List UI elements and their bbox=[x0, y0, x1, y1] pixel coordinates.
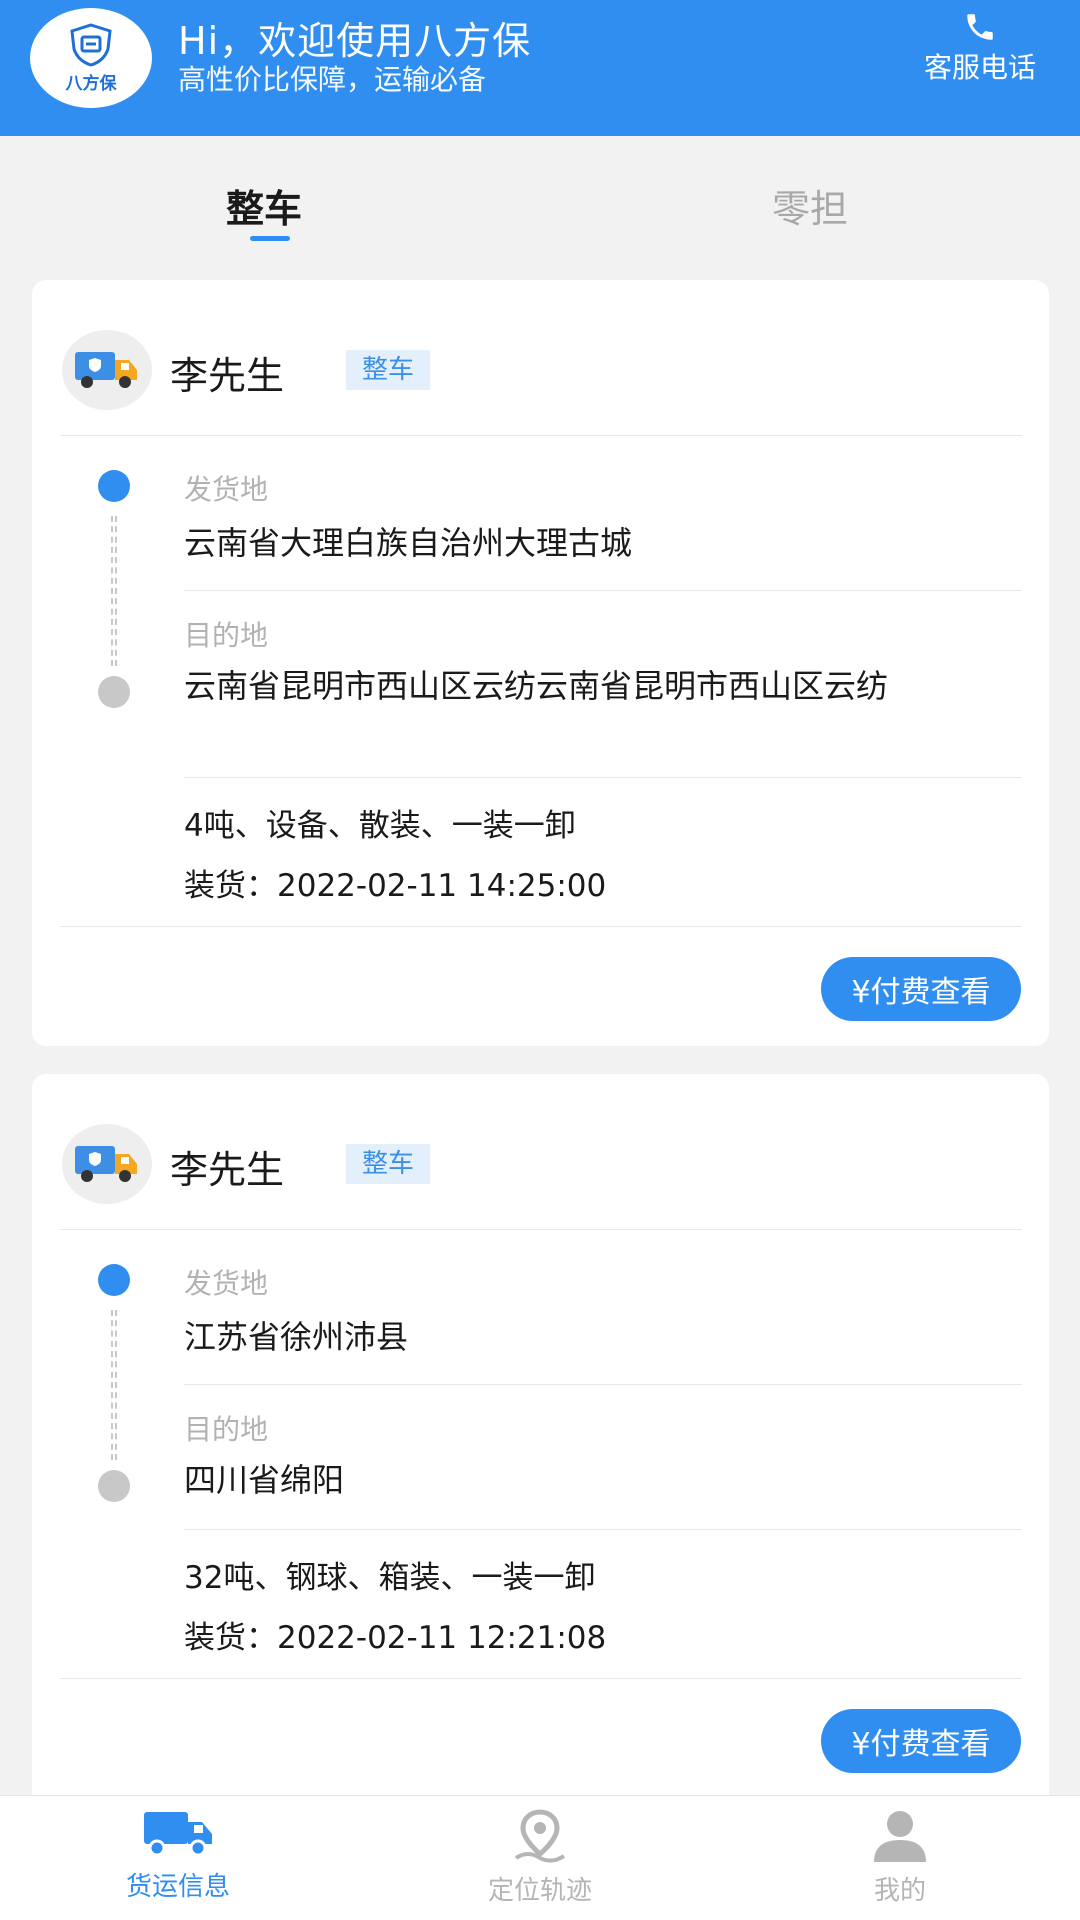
user-icon bbox=[874, 1811, 926, 1862]
origin-label: 发货地 bbox=[184, 473, 269, 506]
type-badge: 整车 bbox=[346, 1144, 431, 1184]
divider bbox=[184, 590, 1022, 591]
nav-label: 我的 bbox=[873, 1876, 926, 1906]
destination-label: 目的地 bbox=[184, 1413, 269, 1446]
nav-label: 定位轨迹 bbox=[487, 1876, 592, 1906]
destination-value: 云南省昆明市西山区云纺云南省昆明市西山区云纺 bbox=[184, 667, 889, 705]
origin-value: 云南省大理白族自治州大理古城 bbox=[184, 524, 633, 562]
contact-name: 李先生 bbox=[170, 354, 285, 398]
divider bbox=[60, 926, 1022, 927]
cargo-details: 32吨、钢球、箱装、一装一卸 bbox=[184, 1560, 596, 1596]
nav-label: 货运信息 bbox=[125, 1872, 230, 1902]
logo-text: 八方保 bbox=[65, 73, 117, 94]
nav-location-track[interactable]: 定位轨迹 bbox=[440, 1808, 640, 1907]
tab-bar: 整车 零担 bbox=[0, 136, 1080, 256]
truck-icon bbox=[75, 352, 137, 388]
truck-icon bbox=[75, 1146, 137, 1182]
app-logo: 八方保 bbox=[30, 8, 152, 108]
divider bbox=[184, 1529, 1022, 1530]
customer-service-button[interactable]: 客服电话 bbox=[910, 10, 1050, 86]
customer-service-label: 客服电话 bbox=[923, 51, 1036, 84]
loading-time: 装货：2022-02-11 12:21:08 bbox=[184, 1620, 607, 1656]
divider bbox=[60, 435, 1022, 436]
phone-icon bbox=[967, 14, 993, 40]
pay-view-button[interactable]: ¥付费查看 bbox=[821, 957, 1021, 1021]
divider bbox=[184, 777, 1022, 778]
cargo-details: 4吨、设备、散装、一装一卸 bbox=[184, 808, 576, 844]
bottom-nav: 货运信息 定位轨迹 我的 bbox=[0, 1795, 1080, 1920]
divider bbox=[60, 1678, 1022, 1679]
app-header: 八方保 Hi，欢迎使用八方保 高性价比保障，运输必备 客服电话 bbox=[0, 0, 1080, 136]
divider bbox=[60, 1229, 1022, 1230]
nav-my-profile[interactable]: 我的 bbox=[800, 1808, 1000, 1907]
freight-card[interactable]: 李先生 整车 发货地 江苏省徐州沛县 目的地 四川省绵阳 32吨、钢球、箱装、一… bbox=[32, 1074, 1049, 1814]
tab-active-indicator bbox=[250, 236, 290, 241]
route-line bbox=[111, 516, 117, 666]
location-pin-icon bbox=[514, 1809, 566, 1863]
greeting-title: Hi，欢迎使用八方保 bbox=[178, 19, 532, 63]
pay-view-button[interactable]: ¥付费查看 bbox=[821, 1709, 1021, 1773]
type-badge: 整车 bbox=[346, 350, 431, 390]
tab-less-than-truckload[interactable]: 零担 bbox=[772, 178, 848, 233]
slogan-text: 高性价比保障，运输必备 bbox=[178, 63, 487, 96]
route-line bbox=[111, 1310, 117, 1460]
origin-dot bbox=[98, 1264, 130, 1296]
nav-freight-info[interactable]: 货运信息 bbox=[78, 1808, 278, 1903]
destination-label: 目的地 bbox=[184, 619, 269, 652]
tab-full-truckload[interactable]: 整车 bbox=[226, 178, 302, 233]
destination-dot bbox=[98, 1470, 130, 1502]
shield-logo-icon bbox=[70, 22, 112, 67]
destination-dot bbox=[98, 676, 130, 708]
origin-value: 江苏省徐州沛县 bbox=[184, 1318, 409, 1356]
freight-card[interactable]: 李先生 整车 发货地 云南省大理白族自治州大理古城 目的地 云南省昆明市西山区云… bbox=[32, 280, 1049, 1046]
avatar bbox=[62, 330, 152, 410]
avatar bbox=[62, 1124, 152, 1204]
origin-label: 发货地 bbox=[184, 1267, 269, 1300]
origin-dot bbox=[98, 470, 130, 502]
contact-name: 李先生 bbox=[170, 1148, 285, 1192]
divider bbox=[184, 1384, 1022, 1385]
loading-time: 装货：2022-02-11 14:25:00 bbox=[184, 868, 607, 904]
destination-value: 四川省绵阳 bbox=[184, 1461, 345, 1499]
card-header: 李先生 整车 bbox=[62, 1124, 1012, 1204]
card-header: 李先生 整车 bbox=[62, 330, 1012, 410]
truck-icon bbox=[144, 1812, 212, 1857]
